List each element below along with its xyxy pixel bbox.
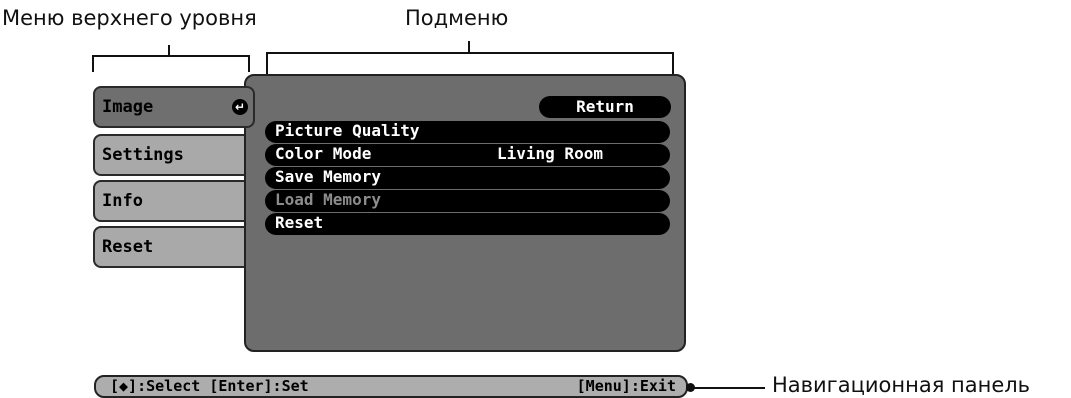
enter-icon: ↵ [232, 99, 248, 115]
submenu-item-value: Living Room [497, 144, 603, 163]
top-menu-item-label: Settings [102, 145, 184, 165]
top-menu-annotation: Меню верхнего уровня [2, 6, 257, 30]
nav-hint-left: [◆]:Select [Enter]:Set [110, 377, 309, 395]
navigation-bar: [◆]:Select [Enter]:Set [Menu]:Exit [94, 375, 688, 398]
submenu-item-reset[interactable]: Reset [265, 213, 670, 235]
top-menu-bracket-tick [168, 45, 170, 56]
submenu-item-picture-quality[interactable]: Picture Quality [265, 121, 670, 143]
submenu-item-label: Color Mode [275, 144, 372, 163]
submenu-item-label: Save Memory [275, 167, 381, 186]
top-menu-bracket [92, 55, 250, 72]
submenu-item-save-memory[interactable]: Save Memory [265, 167, 670, 189]
top-menu-item-reset[interactable]: Reset [93, 226, 244, 268]
submenu-item-label: Picture Quality [275, 121, 420, 140]
top-menu-item-label: Image [102, 97, 154, 117]
top-menu-item-label: Reset [102, 237, 154, 257]
return-button[interactable]: Return [539, 96, 671, 118]
submenu-item-label: Reset [275, 213, 324, 232]
submenu-annotation: Подменю [405, 6, 509, 30]
submenu-bracket-tick [468, 41, 470, 53]
submenu-item-label: Load Memory [275, 190, 381, 209]
nav-leader-line [691, 387, 765, 389]
submenu-item-color-mode[interactable]: Color Mode Living Room [265, 144, 670, 166]
nav-panel-annotation: Навигационная панель [772, 373, 1031, 397]
top-menu-item-info[interactable]: Info [93, 180, 244, 222]
top-menu-item-image[interactable]: Image ↵ [93, 86, 255, 128]
top-menu-item-settings[interactable]: Settings [93, 134, 244, 176]
submenu-item-load-memory: Load Memory [265, 190, 670, 212]
top-menu-item-label: Info [102, 191, 143, 211]
nav-hint-right: [Menu]:Exit [576, 377, 676, 395]
